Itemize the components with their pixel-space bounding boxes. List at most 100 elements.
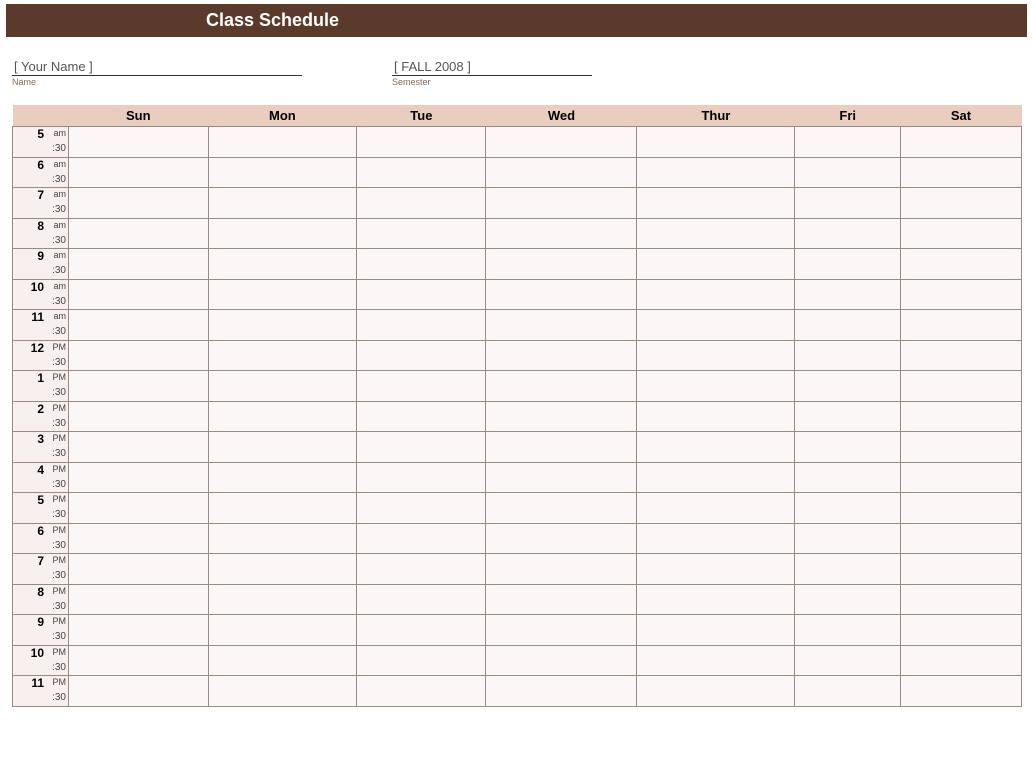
schedule-cell[interactable] bbox=[69, 691, 209, 706]
schedule-cell[interactable] bbox=[208, 295, 357, 310]
schedule-cell[interactable] bbox=[69, 523, 209, 539]
schedule-cell[interactable] bbox=[69, 432, 209, 448]
schedule-cell[interactable] bbox=[900, 325, 1021, 340]
schedule-cell[interactable] bbox=[795, 691, 901, 706]
schedule-cell[interactable] bbox=[486, 142, 637, 157]
schedule-cell[interactable] bbox=[69, 478, 209, 493]
schedule-cell[interactable] bbox=[357, 356, 486, 371]
schedule-cell[interactable] bbox=[795, 218, 901, 234]
schedule-cell[interactable] bbox=[69, 188, 209, 204]
schedule-cell[interactable] bbox=[208, 127, 357, 143]
schedule-cell[interactable] bbox=[637, 462, 795, 478]
schedule-cell[interactable] bbox=[486, 478, 637, 493]
schedule-cell[interactable] bbox=[637, 661, 795, 676]
schedule-cell[interactable] bbox=[357, 554, 486, 570]
schedule-cell[interactable] bbox=[795, 615, 901, 631]
schedule-cell[interactable] bbox=[637, 630, 795, 645]
schedule-cell[interactable] bbox=[486, 447, 637, 462]
schedule-cell[interactable] bbox=[357, 340, 486, 356]
schedule-cell[interactable] bbox=[486, 554, 637, 570]
schedule-cell[interactable] bbox=[637, 386, 795, 401]
schedule-cell[interactable] bbox=[637, 539, 795, 554]
schedule-cell[interactable] bbox=[486, 508, 637, 523]
schedule-cell[interactable] bbox=[795, 676, 901, 692]
schedule-cell[interactable] bbox=[357, 386, 486, 401]
schedule-cell[interactable] bbox=[637, 340, 795, 356]
schedule-cell[interactable] bbox=[486, 295, 637, 310]
schedule-cell[interactable] bbox=[900, 249, 1021, 265]
schedule-cell[interactable] bbox=[69, 127, 209, 143]
schedule-cell[interactable] bbox=[795, 234, 901, 249]
schedule-cell[interactable] bbox=[900, 234, 1021, 249]
schedule-cell[interactable] bbox=[900, 310, 1021, 326]
schedule-cell[interactable] bbox=[357, 478, 486, 493]
schedule-cell[interactable] bbox=[357, 295, 486, 310]
schedule-cell[interactable] bbox=[900, 279, 1021, 295]
schedule-cell[interactable] bbox=[795, 142, 901, 157]
schedule-cell[interactable] bbox=[795, 462, 901, 478]
schedule-cell[interactable] bbox=[795, 157, 901, 173]
schedule-cell[interactable] bbox=[795, 249, 901, 265]
schedule-cell[interactable] bbox=[486, 279, 637, 295]
schedule-cell[interactable] bbox=[69, 371, 209, 387]
schedule-cell[interactable] bbox=[795, 493, 901, 509]
schedule-cell[interactable] bbox=[795, 371, 901, 387]
schedule-cell[interactable] bbox=[900, 462, 1021, 478]
schedule-cell[interactable] bbox=[69, 203, 209, 218]
schedule-cell[interactable] bbox=[900, 157, 1021, 173]
schedule-cell[interactable] bbox=[637, 310, 795, 326]
name-value[interactable]: [ Your Name ] bbox=[12, 59, 302, 76]
schedule-cell[interactable] bbox=[795, 340, 901, 356]
schedule-cell[interactable] bbox=[357, 584, 486, 600]
schedule-cell[interactable] bbox=[208, 539, 357, 554]
schedule-cell[interactable] bbox=[795, 478, 901, 493]
schedule-cell[interactable] bbox=[357, 645, 486, 661]
schedule-cell[interactable] bbox=[900, 584, 1021, 600]
schedule-cell[interactable] bbox=[208, 447, 357, 462]
schedule-cell[interactable] bbox=[357, 371, 486, 387]
schedule-cell[interactable] bbox=[357, 523, 486, 539]
schedule-cell[interactable] bbox=[69, 295, 209, 310]
schedule-cell[interactable] bbox=[208, 691, 357, 706]
schedule-cell[interactable] bbox=[486, 493, 637, 509]
schedule-cell[interactable] bbox=[637, 645, 795, 661]
schedule-cell[interactable] bbox=[208, 417, 357, 432]
schedule-cell[interactable] bbox=[486, 462, 637, 478]
schedule-cell[interactable] bbox=[357, 432, 486, 448]
schedule-cell[interactable] bbox=[637, 478, 795, 493]
schedule-cell[interactable] bbox=[486, 325, 637, 340]
schedule-cell[interactable] bbox=[69, 462, 209, 478]
schedule-cell[interactable] bbox=[900, 371, 1021, 387]
schedule-cell[interactable] bbox=[357, 691, 486, 706]
schedule-cell[interactable] bbox=[637, 188, 795, 204]
schedule-cell[interactable] bbox=[900, 264, 1021, 279]
schedule-cell[interactable] bbox=[795, 127, 901, 143]
schedule-cell[interactable] bbox=[357, 127, 486, 143]
schedule-cell[interactable] bbox=[900, 417, 1021, 432]
schedule-cell[interactable] bbox=[795, 523, 901, 539]
schedule-cell[interactable] bbox=[637, 493, 795, 509]
schedule-cell[interactable] bbox=[795, 539, 901, 554]
schedule-cell[interactable] bbox=[637, 127, 795, 143]
schedule-cell[interactable] bbox=[795, 401, 901, 417]
schedule-cell[interactable] bbox=[69, 386, 209, 401]
schedule-cell[interactable] bbox=[357, 493, 486, 509]
schedule-cell[interactable] bbox=[795, 325, 901, 340]
schedule-cell[interactable] bbox=[637, 432, 795, 448]
schedule-cell[interactable] bbox=[486, 371, 637, 387]
schedule-cell[interactable] bbox=[900, 508, 1021, 523]
schedule-cell[interactable] bbox=[69, 630, 209, 645]
schedule-cell[interactable] bbox=[637, 371, 795, 387]
schedule-cell[interactable] bbox=[900, 493, 1021, 509]
schedule-cell[interactable] bbox=[69, 447, 209, 462]
schedule-cell[interactable] bbox=[357, 508, 486, 523]
schedule-cell[interactable] bbox=[357, 142, 486, 157]
schedule-cell[interactable] bbox=[637, 401, 795, 417]
schedule-cell[interactable] bbox=[795, 661, 901, 676]
schedule-cell[interactable] bbox=[900, 340, 1021, 356]
schedule-cell[interactable] bbox=[795, 386, 901, 401]
schedule-cell[interactable] bbox=[69, 554, 209, 570]
schedule-cell[interactable] bbox=[486, 600, 637, 615]
schedule-cell[interactable] bbox=[208, 432, 357, 448]
semester-value[interactable]: [ FALL 2008 ] bbox=[392, 59, 592, 76]
